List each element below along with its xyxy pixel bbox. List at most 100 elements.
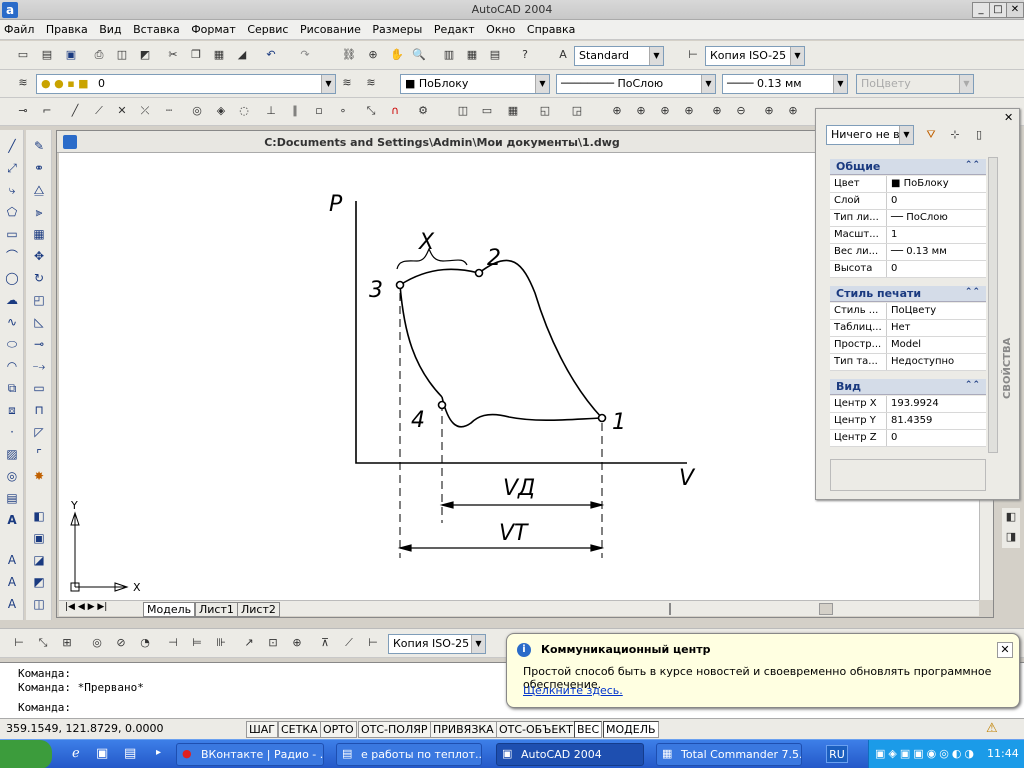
zoom-scale-icon[interactable]: ⊕ (656, 102, 674, 120)
maximize-button[interactable]: □ (989, 2, 1007, 18)
insert-block-icon[interactable]: ⧉ (2, 378, 22, 398)
linetype-select[interactable]: ──────── ПоСлою ▼ (556, 74, 716, 94)
language-indicator[interactable]: RU (826, 745, 848, 763)
snap-from-icon[interactable]: ⌐ (38, 102, 56, 120)
section-view[interactable]: Вид ⌃⌃ (830, 379, 986, 395)
snap-nearest-icon[interactable]: ⤡ (362, 102, 380, 120)
polar-toggle[interactable]: ОТС-ПОЛЯР (358, 721, 431, 738)
rectangle-icon[interactable]: ▭ (2, 224, 22, 244)
hatch-icon[interactable]: ▨ (2, 444, 22, 464)
chamfer-icon[interactable]: ◸ (29, 422, 49, 442)
display-ucs-icon[interactable]: ▭ (478, 102, 496, 120)
explode-icon[interactable]: ✸ (29, 466, 49, 486)
center-mark-icon[interactable]: ⊕ (288, 634, 306, 652)
start-button[interactable] (0, 740, 52, 768)
comm-center-icon[interactable]: ⚠ (986, 721, 1002, 737)
quick-dim-icon[interactable]: ⊣ (164, 634, 182, 652)
dim-linear-icon[interactable]: ⊢ (10, 634, 28, 652)
snap-extension-icon[interactable]: ┄ (160, 102, 178, 120)
make-current-layer-icon[interactable]: ≋ (338, 74, 356, 92)
snap-node-icon[interactable]: ∘ (334, 102, 352, 120)
section-plot-style[interactable]: Стиль печати ⌃⌃ (830, 286, 986, 302)
select-objects-icon[interactable]: ⊹ (946, 126, 964, 144)
snap-quadrant-icon[interactable]: ◈ (212, 102, 230, 120)
prop-row[interactable]: Высота 0 (830, 261, 986, 278)
undo-icon[interactable]: ↶ (262, 46, 280, 64)
menu-help[interactable]: Справка (523, 20, 579, 36)
menu-tools[interactable]: Сервис (243, 20, 292, 36)
command-prompt[interactable]: Команда: (18, 701, 71, 714)
grid-toggle[interactable]: СЕТКА (278, 721, 321, 738)
construction-line-icon[interactable]: ⤢ (2, 158, 22, 178)
publish-icon[interactable]: ◩ (136, 46, 154, 64)
snap-endpoint-icon[interactable]: ╱ (66, 102, 84, 120)
prop-row[interactable]: Центр X 193.9924 (830, 396, 986, 413)
menu-dimension[interactable]: Размеры (368, 20, 426, 36)
paste-icon[interactable]: ▦ (210, 46, 228, 64)
tab-model[interactable]: Модель (143, 602, 196, 617)
plotstyle-select[interactable]: ПоЦвету ▼ (856, 74, 974, 94)
circle-icon[interactable]: ◯ (2, 268, 22, 288)
mtext-icon[interactable]: A (2, 510, 22, 530)
otrack-toggle[interactable]: ОТС-ОБЪЕКТ (496, 721, 576, 738)
task-browser[interactable]: ● ВКонтакте | Радио - ... (176, 743, 324, 766)
minimize-button[interactable]: _ (972, 2, 990, 18)
zoom-realtime-icon[interactable]: 🔍 (410, 46, 428, 64)
tab-nav-arrows[interactable]: |◀ ◀ ▶ ▶| (65, 602, 107, 612)
zoom-out-icon[interactable]: ⊖ (732, 102, 750, 120)
snap-perpendicular-icon[interactable]: ⊥ (262, 102, 280, 120)
snap-none-icon[interactable]: ∩ (386, 102, 404, 120)
show-desktop-icon[interactable]: ▤ (124, 746, 136, 761)
properties-scrollbar[interactable] (988, 157, 998, 453)
snap-apparent-icon[interactable]: ⤫ (136, 102, 154, 120)
snap-center-icon[interactable]: ◎ (188, 102, 206, 120)
dim-baseline-icon[interactable]: ⊨ (188, 634, 206, 652)
color-select[interactable]: ■ ПоБлоку ▼ (400, 74, 550, 94)
copy-object-icon[interactable]: ⚭ (29, 158, 49, 178)
new-icon[interactable]: ▭ (14, 46, 32, 64)
menu-modify[interactable]: Редакт (430, 20, 479, 36)
scale-icon[interactable]: ◰ (29, 290, 49, 310)
text-edit-icon[interactable]: A (2, 594, 22, 614)
menu-file[interactable]: Файл (0, 20, 38, 36)
layer-manager-icon[interactable]: ≋ (14, 74, 32, 92)
prop-row[interactable]: Центр Z0 (830, 430, 986, 447)
pan-icon[interactable]: ✋ (388, 46, 406, 64)
save-icon[interactable]: ▣ (62, 46, 80, 64)
text-style-select[interactable]: Standard ▼ (574, 46, 664, 66)
snap-tangent-icon[interactable]: ◌ (235, 102, 253, 120)
copy-icon[interactable]: ❐ (187, 46, 205, 64)
menu-draw[interactable]: Рисование (296, 20, 365, 36)
ucs-icon[interactable]: ◫ (454, 102, 472, 120)
orbit-icon[interactable]: ◨ (1002, 528, 1020, 546)
point-icon[interactable]: · (2, 422, 22, 442)
task-autocad[interactable]: ▣ AutoCAD 2004 (496, 743, 644, 766)
quick-leader-icon[interactable]: ↗ (240, 634, 258, 652)
menu-format[interactable]: Формат (187, 20, 240, 36)
layer-select[interactable]: ● ● ▪ ■ 0 ▼ (36, 74, 336, 94)
zoom-dynamic-icon[interactable]: ⊕ (632, 102, 650, 120)
dim-ordinate-icon[interactable]: ⊞ (58, 634, 76, 652)
cut-icon[interactable]: ✂ (164, 46, 182, 64)
quicklaunch-expand-icon[interactable]: ▸ (156, 747, 161, 758)
region-icon[interactable]: ◎ (2, 466, 22, 486)
palette-close-icon[interactable]: ✕ (1004, 111, 1013, 124)
text-icon[interactable]: A (2, 572, 22, 592)
preview-icon[interactable]: ◫ (113, 46, 131, 64)
section-general[interactable]: Общие ⌃⌃ (830, 159, 986, 175)
array-icon[interactable]: ▦ (29, 224, 49, 244)
dim-angular-icon[interactable]: ◔ (136, 634, 154, 652)
prop-row[interactable]: Стиль ... ПоЦвету (830, 303, 986, 320)
polyline-icon[interactable]: ⤷ (2, 180, 22, 200)
pickadd-icon[interactable]: ▯ (970, 126, 988, 144)
spline-icon[interactable]: ∿ (2, 312, 22, 332)
arc-icon[interactable]: ⌒ (2, 246, 22, 266)
offset-icon[interactable]: ⫸ (29, 202, 49, 222)
fillet-icon[interactable]: ⌜ (29, 444, 49, 464)
break-icon[interactable]: ▭ (29, 378, 49, 398)
menu-view[interactable]: Вид (95, 20, 125, 36)
properties-icon[interactable]: ▥ (440, 46, 458, 64)
ellipse-icon[interactable]: ⬭ (2, 334, 22, 354)
selection-select[interactable]: Ничего не вы ▼ (826, 125, 914, 145)
break-point-icon[interactable]: ⊓ (29, 400, 49, 420)
